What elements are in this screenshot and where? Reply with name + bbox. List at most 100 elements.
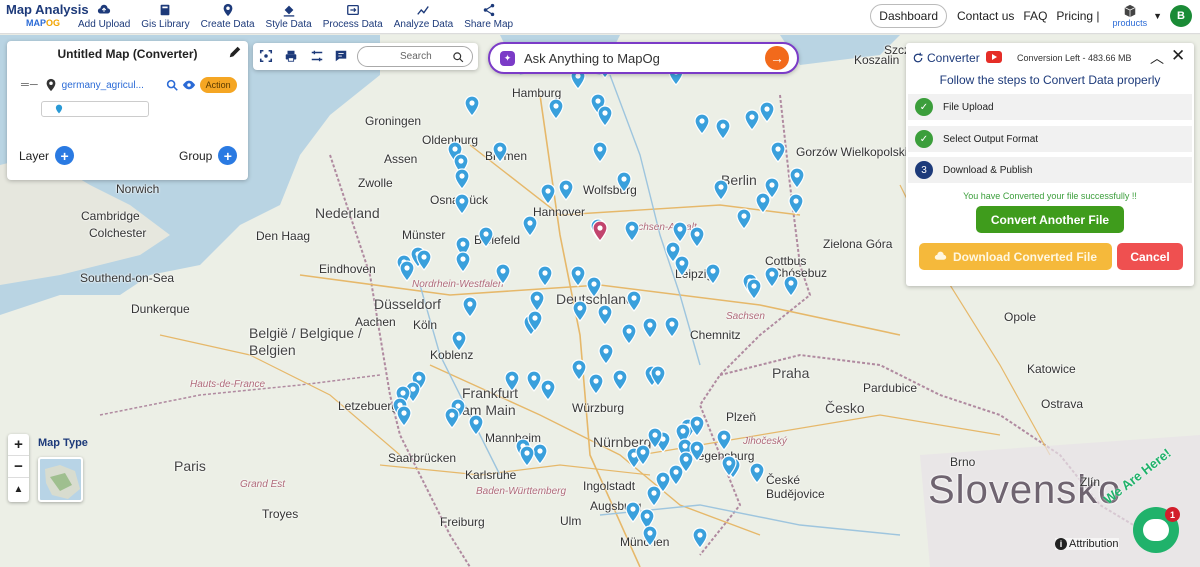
map-marker[interactable] xyxy=(416,249,432,271)
compass-icon[interactable]: ▲ xyxy=(8,478,29,500)
map-marker[interactable] xyxy=(464,95,480,117)
map-marker[interactable] xyxy=(612,369,628,391)
pencil-icon[interactable] xyxy=(228,45,242,59)
map-marker[interactable] xyxy=(519,445,535,467)
map-marker[interactable] xyxy=(736,208,752,230)
attribution-button[interactable]: i Attribution xyxy=(1055,538,1119,550)
cancel-button[interactable]: Cancel xyxy=(1117,243,1183,270)
map-marker[interactable] xyxy=(721,455,737,477)
map-type-thumbnail[interactable] xyxy=(38,457,83,502)
map-marker[interactable] xyxy=(694,113,710,135)
contact-us-link[interactable]: Contact us xyxy=(957,9,1014,23)
measure-icon[interactable] xyxy=(310,49,324,63)
dashboard-button[interactable]: Dashboard xyxy=(870,4,948,28)
nav-style-data[interactable]: Style Data xyxy=(266,3,312,30)
drag-handle-icon[interactable]: ═ ─ xyxy=(21,79,38,91)
map-marker[interactable] xyxy=(468,414,484,436)
chevron-down-icon[interactable]: ▼ xyxy=(1153,11,1162,21)
zoom-to-layer-icon[interactable] xyxy=(165,78,179,92)
comment-icon[interactable] xyxy=(334,49,348,63)
map-marker[interactable] xyxy=(570,265,586,287)
map-marker[interactable] xyxy=(621,323,637,345)
map-marker[interactable] xyxy=(759,101,775,123)
ask-ai-input[interactable]: ✦ Ask Anything to MapOg → xyxy=(488,42,799,74)
brand-logo[interactable]: Map Analysis MAPOG xyxy=(6,3,89,29)
map-marker[interactable] xyxy=(451,330,467,352)
pricing-link[interactable]: Pricing | xyxy=(1056,9,1099,23)
map-marker[interactable] xyxy=(715,118,731,140)
nav-gis-library[interactable]: Gis Library xyxy=(141,3,190,30)
map-marker[interactable] xyxy=(664,316,680,338)
layer-row[interactable]: ═ ─ germany_agricul... Action xyxy=(21,77,246,93)
nav-analyze-data[interactable]: Analyze Data xyxy=(394,3,453,30)
map-marker[interactable] xyxy=(705,263,721,285)
map-marker[interactable] xyxy=(444,407,460,429)
map-marker[interactable] xyxy=(616,171,632,193)
map-marker[interactable] xyxy=(642,317,658,339)
zoom-in-button[interactable]: + xyxy=(8,434,29,456)
map-marker[interactable] xyxy=(558,179,574,201)
nav-create-data[interactable]: Create Data xyxy=(201,3,255,30)
map-marker[interactable] xyxy=(716,429,732,451)
map-marker[interactable] xyxy=(789,167,805,189)
map-marker[interactable] xyxy=(478,226,494,248)
map-marker[interactable] xyxy=(755,192,771,214)
map-marker[interactable] xyxy=(597,105,613,127)
add-layer-button[interactable]: + xyxy=(55,146,75,165)
zoom-out-button[interactable]: − xyxy=(8,456,29,478)
map-marker[interactable] xyxy=(597,304,613,326)
step-download-publish[interactable]: 3 Download & Publish xyxy=(908,157,1192,183)
map-marker[interactable] xyxy=(783,275,799,297)
nav-process-data[interactable]: Process Data xyxy=(323,3,383,30)
youtube-icon[interactable] xyxy=(986,51,1002,63)
products-menu[interactable]: products xyxy=(1113,4,1147,28)
map-marker[interactable] xyxy=(749,462,765,484)
step-select-output-format[interactable]: ✓ Select Output Format xyxy=(908,126,1192,152)
map-marker[interactable] xyxy=(537,265,553,287)
map-marker[interactable] xyxy=(396,405,412,427)
map-marker[interactable] xyxy=(454,193,470,215)
map-marker[interactable] xyxy=(689,226,705,248)
map-marker[interactable] xyxy=(571,359,587,381)
map-marker[interactable] xyxy=(492,141,508,163)
action-button[interactable]: Action xyxy=(199,77,237,93)
close-icon[interactable]: ✕ xyxy=(1171,46,1185,66)
map-marker[interactable] xyxy=(624,220,640,242)
eye-icon[interactable] xyxy=(182,78,196,92)
fullscreen-icon[interactable] xyxy=(259,49,273,63)
add-layer-control[interactable]: Layer + xyxy=(19,146,75,165)
step-file-upload[interactable]: ✓ File Upload xyxy=(908,94,1192,120)
map-marker[interactable] xyxy=(650,365,666,387)
map-marker[interactable] xyxy=(495,263,511,285)
add-group-control[interactable]: Group + xyxy=(179,146,238,165)
map-marker[interactable] xyxy=(527,310,543,332)
map-marker[interactable] xyxy=(635,444,651,466)
map-marker[interactable] xyxy=(770,141,786,163)
map-marker[interactable] xyxy=(399,260,415,282)
map-marker[interactable] xyxy=(540,379,556,401)
layer-style-field[interactable] xyxy=(41,101,149,117)
map-marker-selected[interactable] xyxy=(592,220,608,242)
map-marker[interactable] xyxy=(455,251,471,273)
nav-add-upload[interactable]: Add Upload xyxy=(78,3,130,30)
search-input[interactable]: Search xyxy=(357,46,473,67)
layer-name[interactable]: germany_agricul... xyxy=(62,80,162,91)
convert-another-file-button[interactable]: Convert Another File xyxy=(976,206,1124,233)
map-marker[interactable] xyxy=(529,290,545,312)
nav-share-map[interactable]: Share Map xyxy=(464,3,513,30)
avatar[interactable]: B xyxy=(1170,5,1192,27)
chevron-up-icon[interactable]: ︿ xyxy=(1150,48,1164,68)
map-marker[interactable] xyxy=(672,221,688,243)
map-marker[interactable] xyxy=(504,370,520,392)
download-converted-file-button[interactable]: Download Converted File xyxy=(919,243,1112,270)
map-marker[interactable] xyxy=(572,300,588,322)
map-marker[interactable] xyxy=(462,296,478,318)
map-marker[interactable] xyxy=(588,373,604,395)
map-marker[interactable] xyxy=(646,485,662,507)
map-marker[interactable] xyxy=(642,525,658,547)
map-marker[interactable] xyxy=(592,141,608,163)
map-marker[interactable] xyxy=(713,179,729,201)
print-icon[interactable] xyxy=(284,49,298,63)
map-marker[interactable] xyxy=(692,527,708,549)
map-marker[interactable] xyxy=(522,215,538,237)
